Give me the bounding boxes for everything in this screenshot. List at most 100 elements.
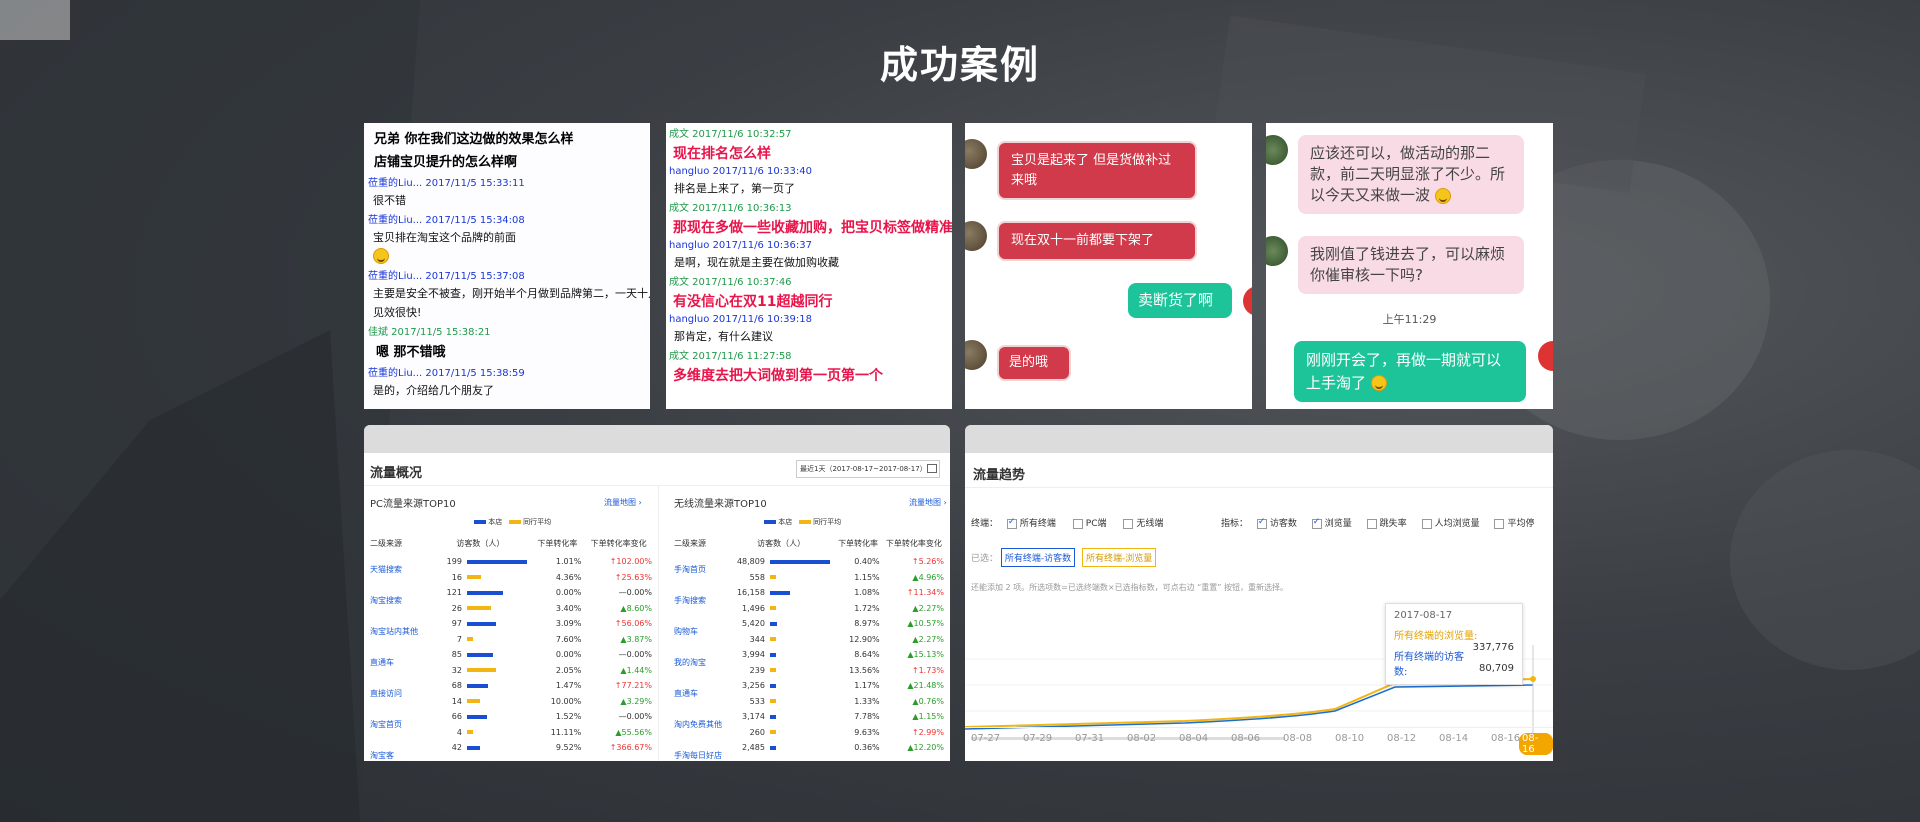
conv-change: ↑2.99% <box>911 727 944 737</box>
checkbox-bounce-rate[interactable] <box>1366 518 1377 529</box>
conv-change: ▲0.76% <box>912 696 944 706</box>
visitor-cell: 85 <box>429 647 531 663</box>
table-row: 直通车 85 0.00% —0.00% <box>368 647 654 667</box>
table-row: 淘宝搜索 121 0.00% —0.00% <box>368 585 654 605</box>
store-bar <box>467 745 481 750</box>
chat-bubble: 应该还可以，做活动的那二 款，前二天明显涨了不少。所 以今天又来做一波 <box>1298 135 1524 214</box>
divider <box>364 485 950 486</box>
source-link[interactable]: 淘宝客 <box>368 740 429 761</box>
legend-avg-swatch <box>798 520 811 524</box>
checkbox-avg-pageviews[interactable] <box>1421 518 1432 529</box>
conv-rate: 12.90% <box>849 634 880 644</box>
conv-rate: 2.05% <box>555 665 582 675</box>
chat-message: 很不错 <box>373 194 406 207</box>
visitor-cell: 42 <box>429 740 531 756</box>
table-row: 手淘首页 48,809 0.40% ↑5.26% <box>672 554 946 574</box>
conv-rate <box>834 756 881 762</box>
conv-change: ↑77.21% <box>614 681 652 691</box>
traffic-map-link[interactable]: 流量地图 › <box>604 497 642 508</box>
checkbox-all-terminals[interactable] <box>1006 517 1017 529</box>
conv-rate: 1.33% <box>854 696 880 706</box>
visitor-cell: 3,994 <box>728 647 835 663</box>
source-link[interactable]: 淘宝搜索 <box>368 585 429 616</box>
x-tick-label: 08-08 <box>1283 733 1313 744</box>
source-link[interactable]: 手淘首页 <box>672 554 728 585</box>
checkbox-label: 跳失率 <box>1379 519 1407 529</box>
chat-header-line: 兄弟 你在我们这边做的效果怎么样 <box>374 132 574 147</box>
source-link[interactable]: 手淘搜索 <box>672 585 728 616</box>
metric-filter: 指标： 访客数 浏览量 跳失率 人均浏览量 平均停 <box>1221 516 1534 530</box>
source-link[interactable]: 天猫搜索 <box>368 554 429 585</box>
pc-traffic-table: 二级来源 访客数（人） 下单转化率 下单转化率变化 天猫搜索 199 1.01% ↑102.… <box>368 532 654 761</box>
checkbox-avg-stay[interactable] <box>1494 518 1505 529</box>
visitor-cell: 66 <box>429 709 531 725</box>
source-link[interactable]: 淘宝站内其他 <box>368 616 429 647</box>
checkbox-pc[interactable] <box>1072 518 1083 529</box>
checkbox-label: 访客数 <box>1269 519 1297 529</box>
source-link[interactable]: 直通车 <box>368 647 429 678</box>
visitor-cell: 48,809 <box>728 554 835 570</box>
source-link[interactable]: 手淘每日好店 <box>672 740 728 761</box>
conv-rate: 7.60% <box>555 634 582 644</box>
conv-change: ↑25.63% <box>614 572 652 582</box>
source-link[interactable]: 淘内免费其他 <box>672 709 728 740</box>
table-row: 淘宝客 42 9.52% ↑366.67% <box>368 740 654 760</box>
visitor-cell: 260 <box>728 725 835 741</box>
source-link[interactable]: 直通车 <box>672 678 728 709</box>
visitor-cell: 16,158 <box>728 585 835 601</box>
avg-bar <box>770 668 777 673</box>
column-header: 访客数（人） <box>456 538 505 548</box>
visitor-count: 3,174 <box>742 712 765 722</box>
avg-bar <box>770 730 777 735</box>
checkbox-visitors[interactable] <box>1256 517 1267 529</box>
visitor-count: 4 <box>456 727 462 737</box>
conv-change: —0.00% <box>618 650 652 660</box>
avg-bar <box>467 668 497 673</box>
traffic-map-link[interactable]: 流量地图 › <box>909 497 947 508</box>
source-link[interactable]: 直接访问 <box>368 678 429 709</box>
visitor-count: 5,420 <box>742 619 765 629</box>
x-tick-label: 07-29 <box>1023 733 1053 744</box>
x-tick-label: 07-27 <box>971 733 1001 744</box>
x-tick-label: 08-16 <box>1491 733 1521 744</box>
chat-bubble: 我刚值了钱进去了，可以麻烦 你催审核一下吗? <box>1298 236 1524 294</box>
source-link[interactable]: 我的淘宝 <box>672 647 728 678</box>
chat-message: 排名是上来了，第一页了 <box>674 182 795 195</box>
visitor-count: 7 <box>456 634 462 644</box>
checkbox-wireless[interactable] <box>1123 518 1134 529</box>
date-range-picker[interactable]: 最近1天（2017-08-17~2017-08-17） <box>796 460 940 478</box>
x-tick-label: 08-04 <box>1179 733 1209 744</box>
visitor-cell: 533 <box>728 694 835 710</box>
case-card-chat-2: 成文 2017/11/6 10:32:57 现在排名怎么样 hangluo 2017… <box>666 123 952 409</box>
wireless-section-title: 无线流量来源TOP10 <box>674 499 767 510</box>
visitor-cell: 26 <box>429 601 531 617</box>
selected-tag-pageviews[interactable]: 所有终端-浏览量 <box>1082 548 1157 567</box>
selected-tag-visitors[interactable]: 所有终端-访客数 <box>1000 548 1076 567</box>
conv-rate: 3.09% <box>555 619 582 629</box>
source-link[interactable]: 购物车 <box>672 616 728 647</box>
conv-change: ↑102.00% <box>609 557 652 567</box>
chat-meta: 莅重的Liu... 2017/11/5 15:34:08 <box>368 215 525 226</box>
table-header: 二级来源 访客数（人） 下单转化率 下单转化率变化 <box>368 532 654 554</box>
conv-change: —0.00% <box>618 588 652 598</box>
visitor-count: 14 <box>451 696 462 706</box>
conv-rate: 0.00% <box>555 650 582 660</box>
visitor-count: 2,485 <box>742 743 765 753</box>
conv-change: ▲3.29% <box>620 696 652 706</box>
visitor-cell: 7 <box>429 632 531 648</box>
bubble-line: 你催审核一下吗? <box>1310 266 1423 284</box>
table-row: 淘宝站内其他 97 3.09% ↑56.06% <box>368 616 654 636</box>
legend-avg-label: 同行平均 <box>813 518 842 526</box>
conv-change: ▲4.96% <box>912 572 944 582</box>
background-image <box>0 0 1920 822</box>
bubble-line: 上手淘了 <box>1306 372 1514 395</box>
chat-message: 是的，介绍给几个朋友了 <box>373 384 494 397</box>
x-tick-label: 08-06 <box>1231 733 1261 744</box>
pageviews-point <box>1530 676 1536 682</box>
checkbox-pageviews[interactable] <box>1311 517 1322 529</box>
chat-meta: 佳斌 2017/11/5 15:38:21 <box>368 327 491 338</box>
visitor-count: 16 <box>451 572 462 582</box>
avg-bar <box>467 637 474 642</box>
source-link[interactable]: 淘宝首页 <box>368 709 429 740</box>
avatar <box>1266 236 1288 266</box>
